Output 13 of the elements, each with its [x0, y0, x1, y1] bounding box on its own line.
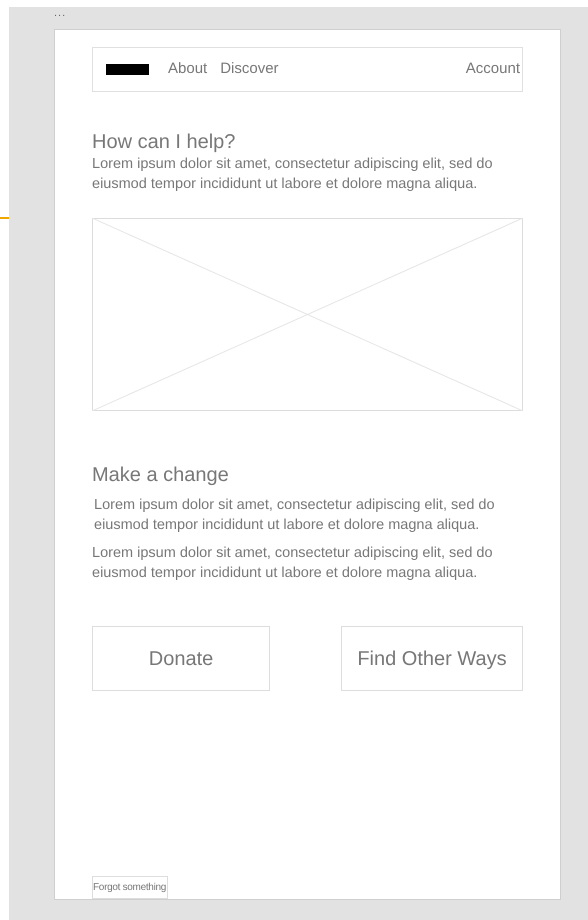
paragraph: Lorem ipsum dolor sit amet, consectetur adipiscing elit, sed do eiusmod tempor incididunt ut labore et dolore magna aliqua. [93, 496, 496, 535]
nav-link[interactable]: About [168, 58, 208, 81]
menu-dots[interactable]: ... [54, 7, 588, 29]
section-heading: Make a change [92, 463, 230, 487]
donate-button[interactable]: Donate [92, 626, 270, 691]
logo-icon[interactable] [106, 64, 149, 75]
nav-link[interactable]: Discover [220, 58, 279, 81]
section-heading: How can I help? [92, 130, 236, 154]
find-ways-button[interactable]: Find Other Ways [341, 626, 523, 691]
paragraph: Lorem ipsum dolor sit amet, consectetur adipiscing elit, sed do eiusmod tempor incididunt ut labore et dolore magna aliqua. [92, 155, 494, 194]
paragraph: Lorem ipsum dolor sit amet, consectetur adipiscing elit, sed do eiusmod tempor incididunt ut labore et dolore magna aliqua. [92, 544, 494, 583]
account-link[interactable]: Account [466, 58, 520, 81]
forgot-link[interactable]: Forgot something [92, 876, 168, 899]
